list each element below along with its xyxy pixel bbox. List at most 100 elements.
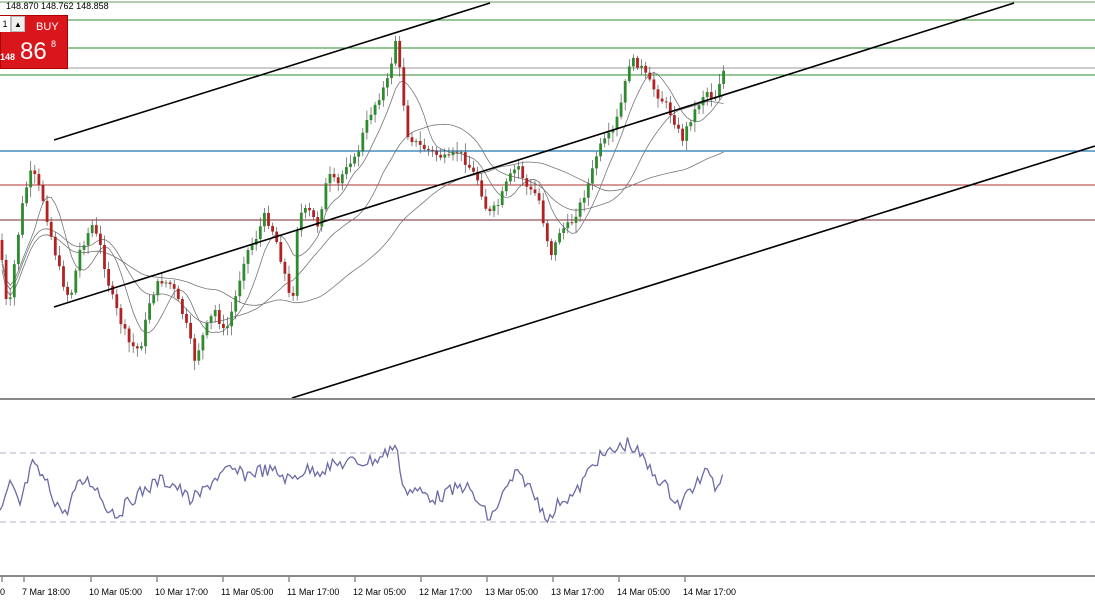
candle-body: [422, 144, 426, 150]
candle-body: [58, 255, 61, 267]
candle-body: [681, 128, 684, 141]
horizontal-levels: [0, 19, 1095, 221]
candle-body: [689, 122, 693, 127]
candle-body: [336, 177, 340, 184]
candle-body: [488, 208, 492, 212]
candle-body: [693, 109, 697, 123]
time-axis-label: 11 Mar 17:00: [287, 587, 340, 597]
candle-body: [312, 210, 315, 218]
candle-body: [131, 342, 135, 347]
buy-price-prefix: 148: [0, 52, 16, 62]
candle-body: [722, 70, 725, 84]
lot-size-up-icon[interactable]: ▲: [11, 16, 25, 32]
candle-body: [308, 207, 311, 211]
candle-body: [119, 308, 123, 325]
time-axis-label: 14 Mar 17:00: [683, 587, 737, 597]
candle-body: [242, 263, 246, 281]
candle-body: [66, 286, 69, 295]
candle-body: [484, 196, 488, 209]
candle-body: [447, 154, 451, 156]
candle-body: [107, 268, 110, 286]
candle-body: [103, 244, 106, 269]
candle-body: [82, 245, 86, 250]
candle-body: [99, 233, 102, 245]
candle-body: [164, 282, 168, 284]
candle-body: [586, 183, 590, 198]
candle-body: [394, 40, 397, 64]
candle-body: [279, 242, 283, 262]
candle-body: [320, 209, 324, 227]
candle-body: [463, 152, 467, 165]
candle-body: [127, 328, 131, 343]
candle-body: [349, 163, 352, 168]
candle-body: [406, 105, 410, 138]
candle-body: [595, 156, 598, 169]
trend-line-lower-channel[interactable]: [291, 145, 1095, 399]
candle-body: [246, 250, 250, 264]
candle-body: [550, 241, 553, 256]
candle-body: [673, 115, 676, 125]
candle-body: [304, 207, 307, 213]
candle-body: [443, 154, 447, 158]
candle-body: [29, 170, 33, 188]
candle-body: [373, 104, 377, 115]
buy-price-main[interactable]: 86: [20, 38, 47, 66]
candle-body: [386, 78, 389, 88]
candle-body: [135, 346, 139, 349]
candle-body: [664, 101, 668, 103]
candle-body: [562, 228, 566, 234]
candle-body: [623, 81, 627, 103]
candle-body: [17, 234, 20, 265]
time-axis-label: 12 Mar 05:00: [353, 587, 407, 597]
candle-body: [648, 72, 652, 80]
candle-body: [176, 288, 180, 300]
candle-body: [345, 167, 348, 175]
moving-average-slow: [1, 151, 724, 306]
candle-body: [558, 233, 561, 243]
candle-body: [480, 180, 484, 197]
candle-body: [369, 114, 373, 121]
time-axis-label: 13 Mar 05:00: [485, 587, 539, 597]
candle-body: [521, 166, 525, 179]
moving-average-fast: [1, 72, 724, 334]
candle-body: [258, 226, 262, 240]
candle-body: [217, 310, 221, 324]
candle-body: [504, 181, 508, 192]
candle-body: [591, 168, 594, 184]
candle-body: [582, 197, 586, 203]
candle-body: [205, 322, 209, 336]
candle-body: [361, 132, 365, 152]
candle-body: [74, 270, 78, 293]
candle-body: [685, 126, 689, 141]
time-axis-ticks: [1, 577, 686, 582]
candle-body: [554, 242, 557, 256]
candle-body: [332, 174, 336, 178]
time-axis-label: 12 Mar 17:00: [419, 587, 473, 597]
candle-body: [365, 120, 369, 133]
chart-canvas[interactable]: [0, 0, 1095, 600]
candle-body: [201, 335, 205, 351]
candle-body: [230, 311, 233, 327]
candle-body: [656, 89, 660, 99]
candle-body: [541, 200, 545, 224]
buy-button[interactable]: BUY: [36, 21, 59, 33]
candle-body: [62, 266, 65, 287]
candle-body: [599, 143, 602, 157]
moving-averages: [1, 72, 724, 334]
candle-body: [627, 66, 631, 82]
lot-size-field[interactable]: 1: [0, 16, 11, 32]
candle-body: [37, 173, 41, 185]
candle-body: [115, 294, 119, 309]
candle-body: [263, 212, 266, 227]
candle-body: [49, 221, 53, 237]
trend-line-upper-channel-top[interactable]: [53, 2, 491, 141]
candle-body: [45, 200, 49, 222]
trend-line-mid-channel[interactable]: [53, 2, 1015, 308]
candle-body: [455, 151, 459, 153]
candle-body: [517, 166, 520, 170]
candle-body: [566, 222, 570, 229]
ohlc-readout: 148.870 148.762 148.858: [6, 1, 109, 11]
candle-body: [500, 191, 504, 206]
candle-body: [390, 63, 393, 79]
candle-body: [468, 164, 471, 168]
